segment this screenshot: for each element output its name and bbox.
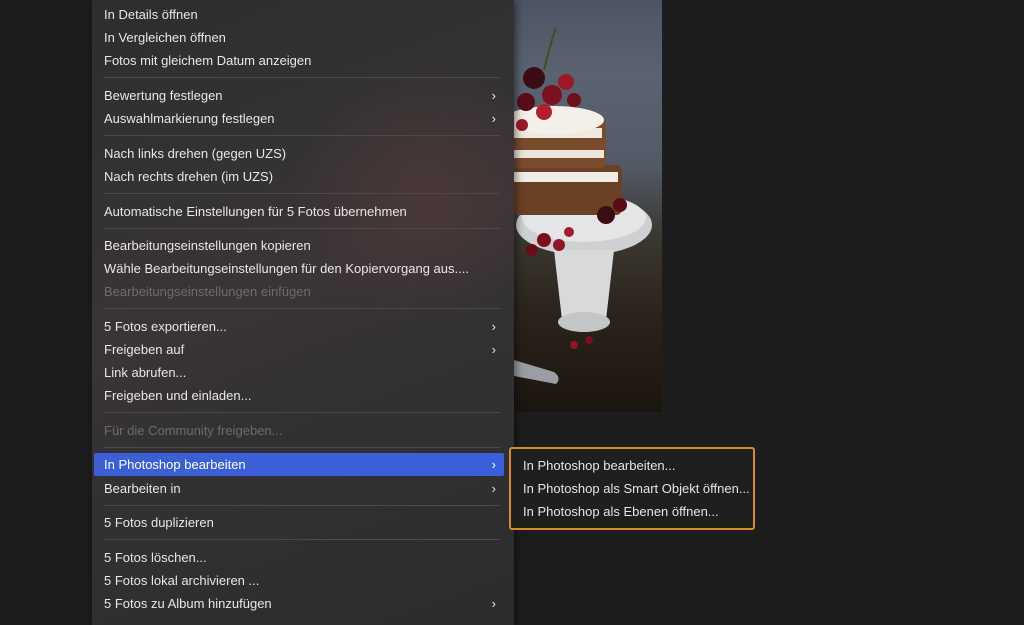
menu-item-get-link[interactable]: Link abrufen... bbox=[94, 361, 504, 384]
menu-item-label: Bewertung festlegen bbox=[104, 88, 223, 103]
menu-item-label: 5 Fotos exportieren... bbox=[104, 319, 227, 334]
menu-item-label: 5 Fotos lokal archivieren ... bbox=[104, 573, 260, 588]
cake-photo[interactable] bbox=[514, 0, 662, 412]
menu-item-label: Bearbeitungseinstellungen kopieren bbox=[104, 238, 311, 253]
menu-item-label: Bearbeiten in bbox=[104, 481, 181, 496]
menu-separator bbox=[104, 77, 500, 78]
menu-item-paste-settings: Bearbeitungseinstellungen einfügen bbox=[94, 280, 504, 303]
menu-separator bbox=[104, 447, 500, 448]
menu-item-share-to[interactable]: Freigeben auf › bbox=[94, 338, 504, 361]
menu-item-set-rating[interactable]: Bewertung festlegen › bbox=[94, 84, 504, 107]
workspace-background bbox=[662, 0, 1024, 625]
left-background bbox=[0, 0, 92, 625]
menu-item-edit-in-photoshop[interactable]: In Photoshop bearbeiten › bbox=[94, 453, 504, 476]
submenu-item-edit-in-photoshop[interactable]: In Photoshop bearbeiten... bbox=[523, 454, 676, 477]
menu-item-label: Link abrufen... bbox=[104, 365, 187, 380]
menu-item-label: 5 Fotos zu Album hinzufügen bbox=[104, 596, 272, 611]
chevron-right-icon: › bbox=[491, 457, 496, 472]
menu-item-edit-in[interactable]: Bearbeiten in › bbox=[94, 477, 504, 500]
menu-item-label: Bearbeitungseinstellungen einfügen bbox=[104, 284, 311, 299]
menu-item-label: 5 Fotos löschen... bbox=[104, 550, 207, 565]
menu-item-add-to-album[interactable]: 5 Fotos zu Album hinzufügen › bbox=[94, 592, 504, 615]
chevron-right-icon: › bbox=[491, 88, 496, 103]
menu-separator bbox=[104, 539, 500, 540]
menu-item-share-invite[interactable]: Freigeben und einladen... bbox=[94, 384, 504, 407]
menu-item-delete[interactable]: 5 Fotos löschen... bbox=[94, 546, 504, 569]
submenu-item-label: In Photoshop als Ebenen öffnen... bbox=[523, 504, 719, 519]
menu-item-rotate-left[interactable]: Nach links drehen (gegen UZS) bbox=[94, 142, 504, 165]
menu-item-label: In Photoshop bearbeiten bbox=[104, 457, 246, 472]
submenu-item-label: In Photoshop als Smart Objekt öffnen... bbox=[523, 481, 750, 496]
menu-separator bbox=[104, 135, 500, 136]
cake-illustration bbox=[514, 27, 652, 384]
menu-item-copy-settings[interactable]: Bearbeitungseinstellungen kopieren bbox=[94, 234, 504, 257]
chevron-right-icon: › bbox=[491, 596, 496, 611]
menu-separator bbox=[104, 193, 500, 194]
menu-item-label: In Vergleichen öffnen bbox=[104, 30, 226, 45]
menu-item-label: Nach rechts drehen (im UZS) bbox=[104, 169, 274, 184]
chevron-right-icon: › bbox=[491, 342, 496, 357]
menu-item-label: Für die Community freigeben... bbox=[104, 423, 283, 438]
menu-item-export[interactable]: 5 Fotos exportieren... › bbox=[94, 315, 504, 338]
submenu-item-open-smart-object[interactable]: In Photoshop als Smart Objekt öffnen... bbox=[523, 477, 750, 500]
submenu-item-label: In Photoshop bearbeiten... bbox=[523, 458, 676, 473]
chevron-right-icon: › bbox=[491, 319, 496, 334]
menu-item-label: 5 Fotos duplizieren bbox=[104, 515, 214, 530]
menu-item-open-details[interactable]: In Details öffnen bbox=[94, 3, 504, 26]
menu-separator bbox=[104, 308, 500, 309]
menu-item-archive-local[interactable]: 5 Fotos lokal archivieren ... bbox=[94, 569, 504, 592]
menu-item-label: Wähle Bearbeitungseinstellungen für den … bbox=[104, 261, 469, 276]
menu-item-same-date[interactable]: Fotos mit gleichem Datum anzeigen bbox=[94, 49, 504, 72]
menu-item-set-flag[interactable]: Auswahlmarkierung festlegen › bbox=[94, 107, 504, 130]
menu-item-choose-copy-settings[interactable]: Wähle Bearbeitungseinstellungen für den … bbox=[94, 257, 504, 280]
menu-item-open-compare[interactable]: In Vergleichen öffnen bbox=[94, 26, 504, 49]
menu-item-label: Freigeben auf bbox=[104, 342, 185, 357]
menu-item-label: Automatische Einstellungen für 5 Fotos ü… bbox=[104, 204, 407, 219]
menu-item-label: In Details öffnen bbox=[104, 7, 198, 22]
menu-item-duplicate[interactable]: 5 Fotos duplizieren bbox=[94, 511, 504, 534]
photoshop-submenu: In Photoshop bearbeiten... In Photoshop … bbox=[509, 447, 755, 530]
menu-item-label: Auswahlmarkierung festlegen bbox=[104, 111, 275, 126]
menu-item-label: Fotos mit gleichem Datum anzeigen bbox=[104, 53, 312, 68]
menu-item-label: Freigeben und einladen... bbox=[104, 388, 252, 403]
menu-item-share-community: Für die Community freigeben... bbox=[94, 419, 504, 442]
submenu-item-open-as-layers[interactable]: In Photoshop als Ebenen öffnen... bbox=[523, 500, 719, 523]
context-menu: In Details öffnen In Vergleichen öffnen … bbox=[92, 0, 514, 625]
menu-separator bbox=[104, 228, 500, 229]
menu-item-rotate-right[interactable]: Nach rechts drehen (im UZS) bbox=[94, 165, 504, 188]
menu-separator bbox=[104, 412, 500, 413]
chevron-right-icon: › bbox=[491, 111, 496, 126]
menu-item-label: Nach links drehen (gegen UZS) bbox=[104, 146, 287, 161]
chevron-right-icon: › bbox=[491, 481, 496, 496]
menu-separator bbox=[104, 505, 500, 506]
menu-item-auto-settings[interactable]: Automatische Einstellungen für 5 Fotos ü… bbox=[94, 200, 504, 223]
